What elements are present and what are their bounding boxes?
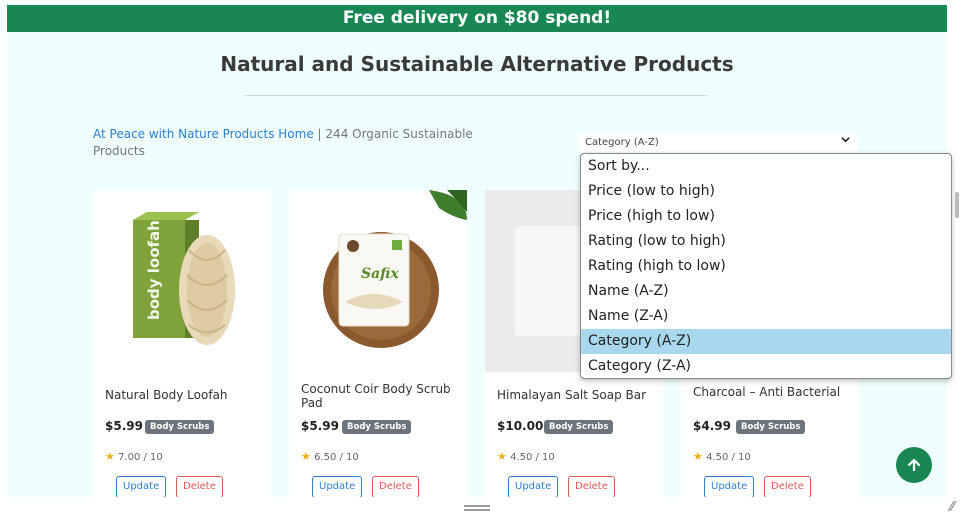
sort-option[interactable]: Category (Z-A): [581, 354, 951, 378]
delete-button[interactable]: Delete: [568, 476, 615, 497]
breadcrumb: At Peace with Nature Products Home | 244…: [93, 126, 473, 160]
star-icon: ★: [301, 450, 311, 463]
star-icon: ★: [497, 450, 507, 463]
panel-resize-handle[interactable]: [464, 505, 490, 511]
sort-selected-value: Category (A-Z): [585, 137, 659, 148]
home-link[interactable]: At Peace with Nature Products Home: [93, 127, 314, 141]
product-rating: ★ 6.50 / 10: [301, 450, 359, 463]
sort-option[interactable]: Sort by...: [581, 154, 951, 179]
product-name[interactable]: Coconut Coir Body Scrub Pad: [301, 382, 459, 410]
product-card[interactable]: body loofah Natural Body Loofah $5.99 Bo…: [93, 190, 271, 497]
sort-option[interactable]: Price (low to high): [581, 179, 951, 204]
sort-dropdown-list[interactable]: Sort by... Price (low to high) Price (hi…: [580, 153, 952, 379]
arrow-up-icon: [907, 458, 921, 472]
title-divider: [245, 95, 707, 96]
star-icon: ★: [693, 450, 703, 463]
sort-option[interactable]: Rating (low to high): [581, 229, 951, 254]
delete-button[interactable]: Delete: [372, 476, 419, 497]
category-badge[interactable]: Body Scrubs: [145, 420, 215, 434]
category-badge[interactable]: Body Scrubs: [736, 420, 806, 434]
resize-grip-icon[interactable]: ⁄⁄: [950, 500, 954, 515]
chevron-down-icon: [841, 133, 850, 152]
free-delivery-banner: Free delivery on $80 spend!: [7, 5, 947, 32]
update-button[interactable]: Update: [116, 476, 167, 497]
product-price: $5.99: [301, 419, 339, 433]
product-image[interactable]: Safix: [289, 190, 467, 372]
star-icon: ★: [105, 450, 115, 463]
rating-value: 6.50 / 10: [314, 452, 359, 463]
product-image[interactable]: body loofah: [93, 190, 271, 372]
page-title: Natural and Sustainable Alternative Prod…: [220, 52, 734, 76]
product-name[interactable]: Natural Body Loofah: [105, 388, 263, 402]
sort-option[interactable]: Rating (high to low): [581, 254, 951, 279]
sort-option[interactable]: Name (A-Z): [581, 279, 951, 304]
breadcrumb-separator: |: [317, 127, 322, 141]
product-rating: ★ 7.00 / 10: [105, 450, 163, 463]
update-button[interactable]: Update: [312, 476, 363, 497]
product-card[interactable]: Safix Coconut Coir Body Scrub Pad $5.99 …: [289, 190, 467, 497]
category-badge[interactable]: Body Scrubs: [342, 420, 412, 434]
delete-button[interactable]: Delete: [764, 476, 811, 497]
rating-value: 4.50 / 10: [510, 452, 555, 463]
safix-brand-text: Safix: [361, 266, 399, 282]
svg-text:body loofah: body loofah: [145, 220, 163, 320]
product-name[interactable]: Himalayan Salt Soap Bar: [497, 388, 655, 402]
product-rating: ★ 4.50 / 10: [497, 450, 555, 463]
delete-button[interactable]: Delete: [176, 476, 223, 497]
category-badge[interactable]: Body Scrubs: [544, 420, 614, 434]
product-price: $5.99: [105, 419, 143, 433]
scrollbar-thumb[interactable]: [955, 192, 959, 218]
sort-option[interactable]: Price (high to low): [581, 204, 951, 229]
rating-value: 4.50 / 10: [706, 452, 751, 463]
product-price: $4.99: [693, 419, 731, 433]
product-price: $10.00: [497, 419, 544, 433]
sort-option[interactable]: Name (Z-A): [581, 304, 951, 329]
product-rating: ★ 4.50 / 10: [693, 450, 751, 463]
update-button[interactable]: Update: [508, 476, 559, 497]
sort-option-selected[interactable]: Category (A-Z): [581, 329, 951, 354]
update-button[interactable]: Update: [704, 476, 755, 497]
back-to-top-button[interactable]: [896, 447, 932, 483]
sort-select[interactable]: Category (A-Z): [579, 133, 858, 152]
product-name[interactable]: Charcoal – Anti Bacterial: [693, 385, 851, 399]
rating-value: 7.00 / 10: [118, 452, 163, 463]
